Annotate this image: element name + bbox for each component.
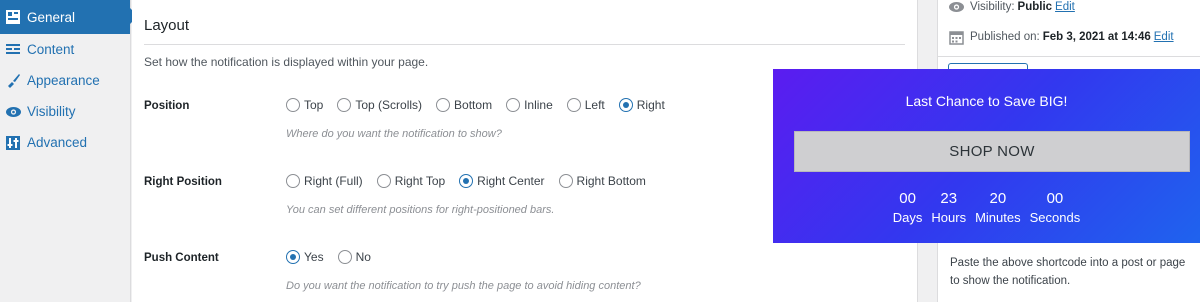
sliders-icon	[5, 135, 21, 151]
position-option-top[interactable]: Top	[286, 98, 323, 112]
option-label: Right (Full)	[304, 174, 363, 188]
settings-tab-nav: General Content Appearance Visibility Ad…	[0, 0, 138, 302]
right-position-radio-group: Right (Full) Right Top Right Center Righ…	[286, 174, 660, 188]
radio-button[interactable]	[566, 98, 581, 112]
radio-button[interactable]	[506, 98, 521, 112]
push-content-option-no[interactable]: No	[337, 250, 371, 264]
notification-editor: General Content Appearance Visibility Ad…	[0, 0, 1200, 302]
shop-now-button[interactable]: SHOP NOW	[794, 131, 1190, 172]
eye-icon	[5, 104, 21, 120]
push-content-label: Push Content	[144, 252, 219, 264]
tab-appearance-label: Appearance	[27, 73, 100, 88]
countdown-seconds: 00 Seconds	[1030, 189, 1081, 227]
divider	[144, 44, 905, 45]
visibility-value: Public	[1017, 1, 1053, 13]
push-content-radio-group: Yes No	[286, 250, 385, 264]
right-position-option-center[interactable]: Right Center	[459, 174, 545, 188]
layout-grid-icon	[5, 9, 21, 25]
option-label: Right Top	[394, 174, 446, 188]
option-label: Right Center	[477, 174, 545, 188]
push-content-option-yes[interactable]: Yes	[286, 250, 324, 264]
tab-advanced[interactable]: Advanced	[0, 127, 130, 158]
countdown-value: 00	[899, 190, 916, 207]
option-label: Top (Scrolls)	[355, 98, 423, 112]
option-label: Inline	[524, 98, 553, 112]
countdown-unit: Minutes	[975, 210, 1021, 225]
position-option-inline[interactable]: Inline	[506, 98, 553, 112]
countdown-value: 20	[989, 190, 1007, 207]
calendar-icon	[948, 29, 964, 45]
tab-content[interactable]: Content	[0, 34, 130, 65]
published-edit-link[interactable]: Edit	[1154, 31, 1174, 43]
option-label: Yes	[304, 250, 324, 264]
notification-preview: Last Chance to Save BIG! SHOP NOW 00 Day…	[773, 69, 1200, 243]
right-position-help: You can set different positions for righ…	[286, 204, 555, 216]
option-label: Right	[636, 98, 665, 112]
radio-button[interactable]	[286, 98, 300, 112]
countdown-unit: Seconds	[1029, 210, 1081, 225]
option-label: Bottom	[454, 98, 493, 112]
option-label: Right Bottom	[576, 174, 646, 188]
published-value: Feb 3, 2021 at 14:46	[1042, 31, 1151, 43]
option-label: Top	[304, 98, 324, 112]
position-option-top-scrolls[interactable]: Top (Scrolls)	[337, 98, 422, 112]
eye-icon	[948, 0, 964, 15]
radio-button[interactable]	[337, 98, 352, 112]
right-position-option-top[interactable]: Right Top	[376, 174, 446, 188]
radio-button-selected[interactable]	[286, 250, 300, 264]
countdown-hours: 23 Hours	[931, 189, 966, 227]
radio-button[interactable]	[436, 98, 451, 112]
radio-button[interactable]	[558, 174, 573, 188]
tab-general-label: General	[27, 9, 76, 25]
position-radio-group: Top Top (Scrolls) Bottom Inline Left Rig…	[286, 98, 679, 112]
visibility-edit-link[interactable]: Edit	[1055, 1, 1075, 13]
right-position-label: Right Position	[144, 176, 222, 188]
published-row: Published on: Feb 3, 2021 at 14:46 Edit	[948, 29, 1174, 45]
countdown-value: 00	[1046, 190, 1064, 207]
section-description: Set how the notification is displayed wi…	[144, 55, 429, 69]
countdown-unit: Days	[892, 210, 923, 225]
position-label: Position	[144, 100, 190, 112]
countdown-value: 23	[940, 190, 958, 207]
right-position-option-bottom[interactable]: Right Bottom	[558, 174, 646, 188]
countdown-days: 00 Days	[893, 189, 923, 227]
radio-button-selected[interactable]	[618, 98, 633, 112]
published-label: Published on:	[970, 31, 1040, 43]
section-title: Layout	[144, 17, 190, 34]
paintbrush-icon	[5, 73, 21, 89]
position-help: Where do you want the notification to sh…	[286, 128, 502, 140]
position-option-left[interactable]: Left	[566, 98, 605, 112]
text-lines-icon	[5, 42, 21, 58]
visibility-label: Visibility:	[970, 1, 1015, 13]
radio-button[interactable]	[376, 174, 391, 188]
divider	[938, 56, 1200, 57]
option-label: Left	[584, 98, 605, 112]
radio-button[interactable]	[337, 250, 352, 264]
tab-advanced-label: Advanced	[27, 135, 88, 150]
position-option-right[interactable]: Right	[618, 98, 665, 112]
tab-visibility[interactable]: Visibility	[0, 96, 130, 127]
shortcode-note: Paste the above shortcode into a post or…	[950, 257, 1186, 287]
tab-visibility-label: Visibility	[27, 104, 76, 119]
countdown-minutes: 20 Minutes	[975, 189, 1021, 227]
tab-appearance[interactable]: Appearance	[0, 65, 130, 96]
tab-general[interactable]: General	[0, 0, 138, 34]
tab-content-label: Content	[27, 42, 75, 57]
countdown-timer: 00 Days 23 Hours 20 Minutes 00 Seconds	[773, 189, 1200, 227]
radio-button[interactable]	[286, 174, 300, 188]
push-content-help: Do you want the notification to try push…	[286, 280, 641, 292]
radio-button-selected[interactable]	[459, 174, 474, 188]
notification-title: Last Chance to Save BIG!	[905, 93, 1068, 109]
right-position-option-full[interactable]: Right (Full)	[286, 174, 363, 188]
position-option-bottom[interactable]: Bottom	[436, 98, 492, 112]
countdown-unit: Hours	[931, 210, 967, 225]
option-label: No	[355, 250, 371, 264]
visibility-row: Visibility: Public Edit	[948, 0, 1075, 15]
